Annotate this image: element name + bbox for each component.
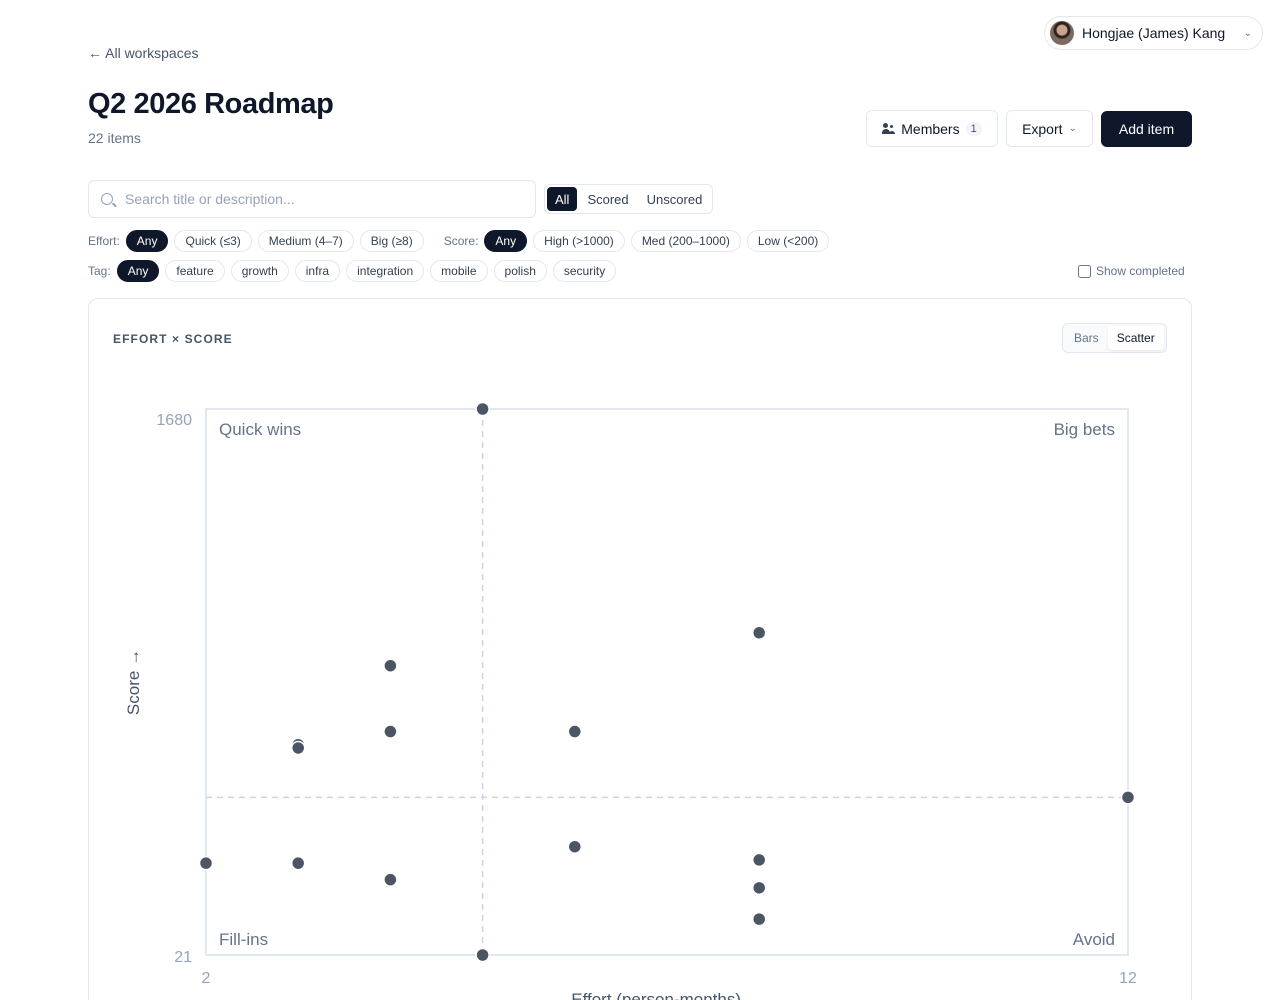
page-title: Q2 2026 Roadmap [88, 88, 334, 120]
effort-chip-big[interactable]: Big (≥8) [359, 230, 424, 252]
score-chip-low[interactable]: Low (<200) [746, 230, 830, 252]
members-button[interactable]: Members 1 [866, 110, 998, 147]
scatter-point[interactable] [198, 855, 214, 871]
chevron-down-icon: ⌄ [1068, 123, 1077, 134]
quadrant-label-big-bets: Big bets [1054, 420, 1115, 439]
tag-filters: Tag: Any feature growth infra integratio… [88, 260, 617, 282]
effort-chip-any[interactable]: Any [125, 230, 169, 252]
add-item-button[interactable]: Add item [1101, 111, 1192, 147]
quadrant-label-avoid: Avoid [1073, 930, 1115, 949]
score-chip-high[interactable]: High (>1000) [533, 230, 625, 252]
tag-chip-security[interactable]: security [552, 260, 617, 282]
search-box [88, 180, 536, 218]
tag-chip-polish[interactable]: polish [493, 260, 547, 282]
scatter-point[interactable] [383, 724, 398, 739]
item-count: 22 items [88, 130, 141, 146]
tag-chip-mobile[interactable]: mobile [430, 260, 488, 282]
scatter-plot: Quick wins Big bets Fill-ins Avoid 1680 21 2 12… [124, 401, 1137, 1000]
scatter-point[interactable] [751, 852, 767, 868]
scatter-point[interactable] [751, 625, 767, 641]
search-input[interactable] [125, 191, 505, 207]
quadrant-label-quick-wins: Quick wins [219, 420, 301, 439]
segment-all[interactable]: All [547, 187, 578, 211]
score-chip-med[interactable]: Med (200–1000) [630, 230, 741, 252]
user-menu[interactable]: Hongjae (James) Kang ⌄ [1044, 16, 1263, 50]
scatter-point[interactable] [567, 724, 583, 739]
score-chip-any[interactable]: Any [484, 230, 528, 252]
back-to-workspaces-link[interactable]: ← All workspaces [88, 45, 198, 61]
effort-score-panel: EFFORT × SCORE Bars Scatter Quick wins Bi… [88, 298, 1192, 1000]
search-icon [101, 193, 113, 205]
scatter-point[interactable] [290, 740, 306, 756]
members-label: Members [901, 120, 960, 137]
scatter-point[interactable] [475, 401, 490, 417]
user-name: Hongjae (James) Kang [1082, 25, 1226, 41]
scatter-point[interactable] [383, 872, 398, 887]
export-label: Export [1022, 120, 1063, 137]
segment-scored[interactable]: Scored [579, 187, 636, 211]
scatter-point[interactable] [1120, 790, 1136, 805]
effort-filter-label: Effort: [88, 234, 120, 248]
x-tick-label: 2 [202, 970, 211, 987]
tag-chip-integration[interactable]: integration [346, 260, 425, 282]
show-completed-checkbox[interactable] [1078, 264, 1091, 278]
scatter-point[interactable] [383, 658, 398, 673]
show-completed-label: Show completed [1096, 264, 1185, 278]
y-tick-label: 21 [174, 949, 192, 966]
plot-frame [205, 408, 1129, 956]
tag-chip-any[interactable]: Any [116, 260, 160, 282]
avatar [1050, 21, 1074, 45]
scatter-point[interactable] [475, 947, 490, 963]
effort-chip-quick[interactable]: Quick (≤3) [174, 230, 252, 252]
tag-chip-growth[interactable]: growth [230, 260, 289, 282]
show-completed-toggle[interactable]: Show completed [1078, 264, 1185, 278]
score-status-segment: All Scored Unscored [544, 184, 714, 214]
effort-score-filters: Effort: Any Quick (≤3) Medium (4–7) Big … [88, 230, 830, 252]
members-count-badge: 1 [965, 121, 982, 136]
tag-chip-feature[interactable]: feature [165, 260, 225, 282]
chevron-down-icon: ⌄ [1243, 27, 1252, 39]
export-button[interactable]: Export ⌄ [1006, 110, 1093, 147]
quadrant-label-fill-ins: Fill-ins [219, 930, 268, 949]
scatter-point[interactable] [567, 839, 583, 854]
score-filter-label: Score: [443, 234, 479, 248]
scatter-point[interactable] [751, 880, 767, 896]
y-tick-label: 1680 [156, 412, 192, 429]
tag-filter-label: Tag: [88, 264, 111, 278]
y-axis-label: Score → [124, 649, 143, 715]
scatter-point[interactable] [751, 911, 767, 927]
effort-chip-medium[interactable]: Medium (4–7) [257, 230, 354, 252]
scatter-point[interactable] [290, 855, 306, 871]
segment-unscored[interactable]: Unscored [639, 187, 711, 211]
x-tick-label: 12 [1119, 970, 1137, 987]
tag-chip-infra[interactable]: infra [294, 260, 341, 282]
people-icon [882, 122, 895, 135]
x-axis-label: Effort (person-months) → [571, 990, 762, 1000]
